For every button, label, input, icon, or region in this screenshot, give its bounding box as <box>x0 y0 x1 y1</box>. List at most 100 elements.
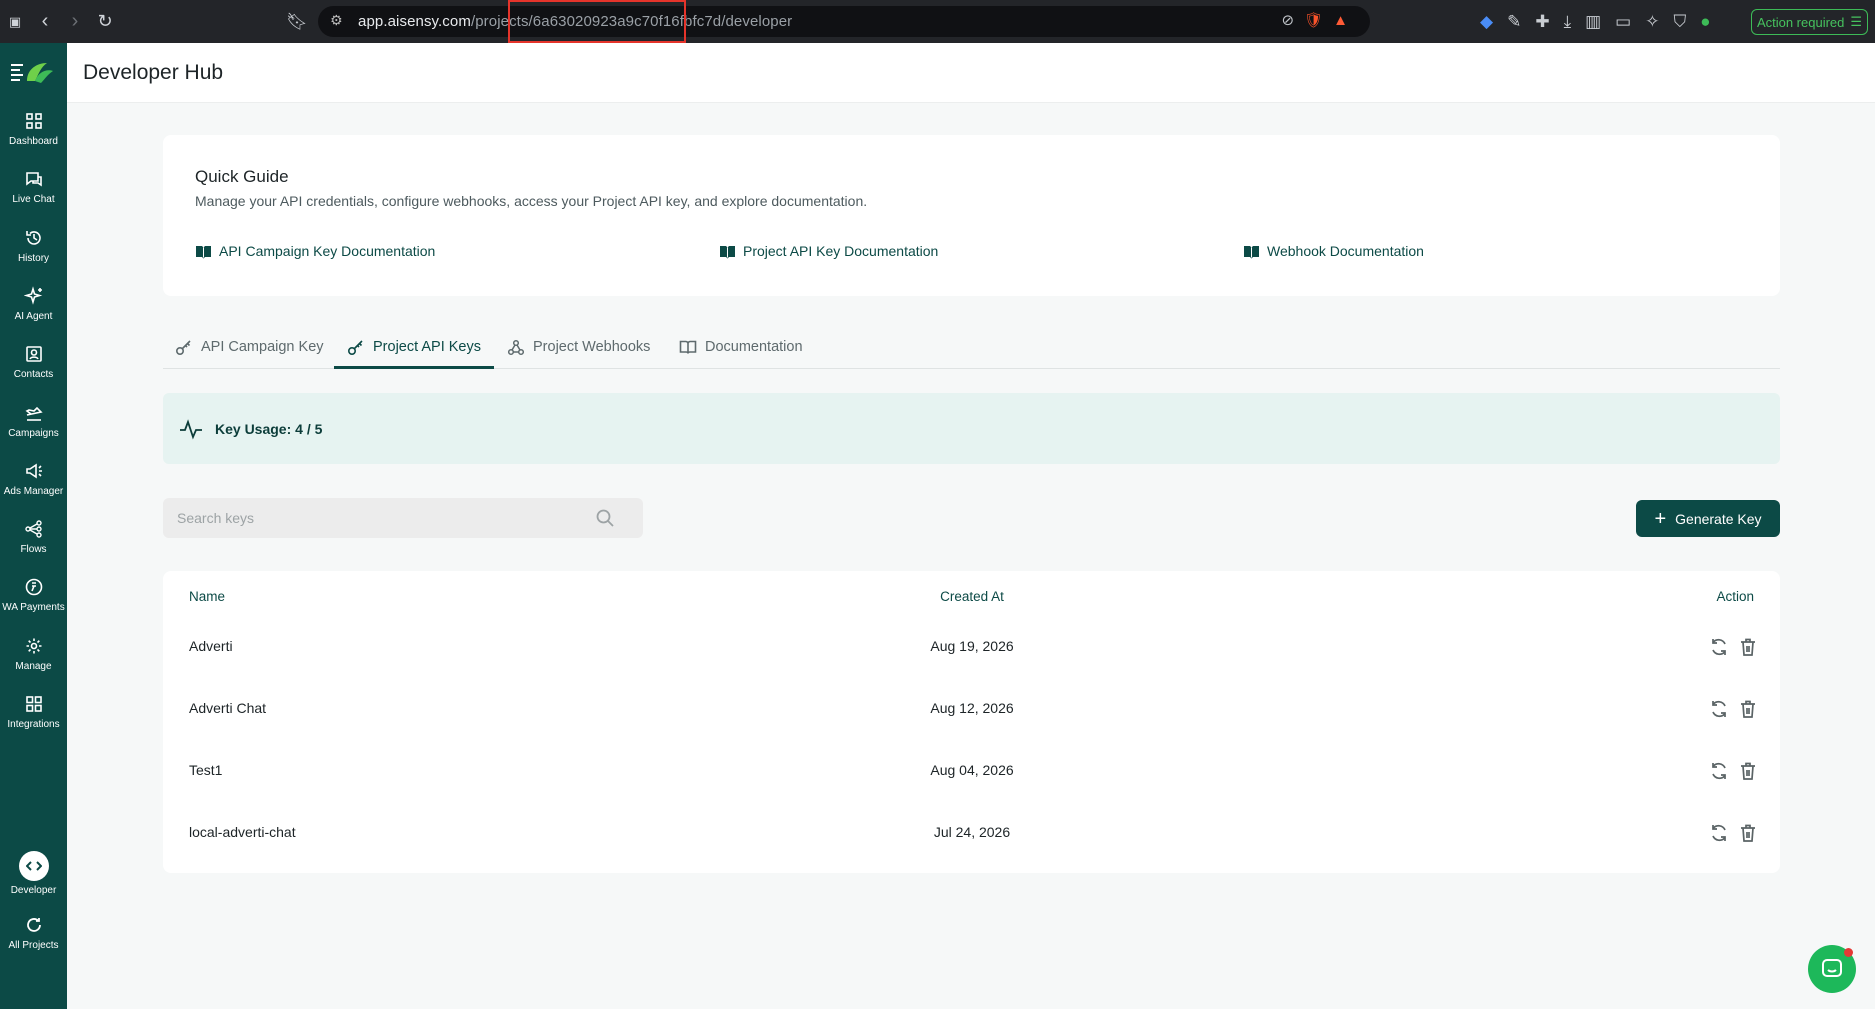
flow-icon <box>24 520 42 538</box>
trash-icon[interactable] <box>1737 698 1759 720</box>
sidebar-item-flows[interactable]: Flows <box>0 519 67 575</box>
wallet-icon[interactable]: ▭ <box>1615 12 1631 32</box>
quick-guide-title: Quick Guide <box>195 167 289 186</box>
tab-project-webhooks[interactable]: Project Webhooks <box>507 325 650 369</box>
support-chat-button[interactable] <box>1808 945 1856 993</box>
search-icon[interactable] <box>595 508 615 528</box>
sidebar-item-contacts[interactable]: Contacts <box>0 344 67 400</box>
tab-label: API Campaign Key <box>201 339 324 355</box>
api-campaign-key-doc-link[interactable]: API Campaign Key Documentation <box>195 243 435 259</box>
sidebar-item-label: History <box>17 253 50 264</box>
sidebar-item-label: Integrations <box>7 719 60 730</box>
megaphone-icon <box>25 463 42 479</box>
chat-icon <box>25 172 42 187</box>
doc-link-label: Project API Key Documentation <box>743 243 939 259</box>
sidebar-item-campaigns[interactable]: Campaigns <box>0 403 67 459</box>
quick-guide-card: Quick Guide Manage your API credentials,… <box>163 135 1780 296</box>
tab-bar: API Campaign Key Project API Keys Projec… <box>163 325 1780 369</box>
tab-documentation[interactable]: Documentation <box>679 325 803 369</box>
reload-icon[interactable]: ↻ <box>90 0 120 43</box>
book-icon <box>196 245 211 258</box>
chat-bubble-icon <box>1822 959 1842 977</box>
sidebar-item-label: Live Chat <box>12 194 55 205</box>
no-tracking-icon[interactable]: ⊘ <box>1282 11 1295 29</box>
trash-icon[interactable] <box>1737 760 1759 782</box>
url-highlight-box <box>508 0 686 43</box>
trash-icon[interactable] <box>1737 636 1759 658</box>
puzzle-icon[interactable]: ✚ <box>1535 12 1549 32</box>
action-required-button[interactable]: Action required ☰ <box>1751 9 1868 35</box>
action-required-label: Action required <box>1756 14 1845 30</box>
quick-guide-description: Manage your API credentials, configure w… <box>195 193 868 209</box>
key-name: Test1 <box>189 762 223 778</box>
sidebar-toggle-icon[interactable]: ▣ <box>0 0 30 43</box>
webhook-doc-link[interactable]: Webhook Documentation <box>1243 243 1424 259</box>
sidebar-item-all-projects[interactable]: All Projects <box>0 915 67 971</box>
profile-dot-icon[interactable]: ● <box>1700 12 1710 32</box>
regenerate-icon[interactable] <box>1708 760 1730 782</box>
sidebar-item-label: AI Agent <box>14 311 53 322</box>
book-icon <box>720 245 735 258</box>
generate-key-button[interactable]: + Generate Key <box>1636 500 1780 537</box>
download-icon[interactable]: ⤓ <box>1564 12 1572 32</box>
sidebar-item-wa-payments[interactable]: WA Payments <box>0 577 67 633</box>
tab-api-campaign-key[interactable]: API Campaign Key <box>175 325 324 369</box>
notification-dot <box>1844 948 1853 957</box>
back-icon[interactable]: ‹ <box>30 0 60 43</box>
site-info-icon[interactable]: ⚙ <box>330 12 343 29</box>
leo-icon[interactable]: ✧ <box>1645 12 1659 32</box>
project-api-key-doc-link[interactable]: Project API Key Documentation <box>719 243 938 259</box>
sidebar-item-integrations[interactable]: Integrations <box>0 694 67 750</box>
table-row: local-adverti-chat Jul 24, 2026 <box>163 803 1780 865</box>
sidebar-item-dashboard[interactable]: Dashboard <box>0 111 67 167</box>
split-view-icon[interactable]: ▥ <box>1585 12 1601 32</box>
tab-project-api-keys[interactable]: Project API Keys <box>347 325 481 369</box>
refresh-icon <box>26 918 41 932</box>
page-title: Developer Hub <box>83 61 224 84</box>
plane-icon <box>24 406 43 421</box>
bookmark-icon[interactable]: 🔖︎ <box>282 0 312 43</box>
rewards-icon[interactable]: ▲ <box>1333 12 1348 29</box>
vpn-icon[interactable]: ⛉ <box>1673 12 1686 32</box>
sidebar-item-ads-manager[interactable]: Ads Manager <box>0 461 67 517</box>
url-host: app.aisensy.com <box>358 13 471 30</box>
sidebar-item-history[interactable]: History <box>0 228 67 284</box>
brave-shield-icon[interactable]: 🛡︎ <box>1304 11 1323 29</box>
key-created-at: Jul 24, 2026 <box>933 824 1011 840</box>
table-row: Test1 Aug 04, 2026 <box>163 741 1780 803</box>
forward-icon[interactable]: › <box>60 0 90 43</box>
browser-toolbar: ▣ ‹ › ↻ 🔖︎ ⚙ app.aisensy.com/projects/6a… <box>0 0 1875 43</box>
sidebar-item-live-chat[interactable]: Live Chat <box>0 169 67 225</box>
search-input[interactable] <box>163 510 583 526</box>
sidebar-item-manage[interactable]: Manage <box>0 636 67 692</box>
active-tab-indicator <box>334 366 494 369</box>
key-usage-banner: Key Usage: 4 / 5 <box>163 393 1780 464</box>
address-bar[interactable]: ⚙ app.aisensy.com/projects/6a63020923a9c… <box>318 6 1370 37</box>
tab-label: Project API Keys <box>373 339 481 355</box>
url-icons: ⊘ 🛡︎ ▲ <box>1282 11 1348 30</box>
key-created-at: Aug 04, 2026 <box>930 762 1014 778</box>
api-keys-table: Name Created At Action Adverti Aug 19, 2… <box>163 571 1780 873</box>
column-header-name: Name <box>189 589 226 604</box>
extension-icon[interactable]: ◆ <box>1480 12 1493 32</box>
grid-icon <box>25 113 42 129</box>
sparkle-icon <box>23 286 42 305</box>
pen-icon[interactable]: ✎ <box>1507 12 1521 32</box>
trash-icon[interactable] <box>1737 822 1759 844</box>
regenerate-icon[interactable] <box>1708 822 1730 844</box>
key-name: local-adverti-chat <box>189 824 296 840</box>
sidebar-item-label: All Projects <box>8 940 59 951</box>
sidebar-item-developer[interactable]: Developer <box>0 851 67 907</box>
aisensy-logo[interactable] <box>11 57 55 87</box>
regenerate-icon[interactable] <box>1708 636 1730 658</box>
menu-icon: ☰ <box>1850 14 1863 29</box>
sidebar: Dashboard Live Chat History AI Agent Con… <box>0 43 67 1009</box>
sidebar-item-label: Developer <box>10 885 57 896</box>
regenerate-icon[interactable] <box>1708 698 1730 720</box>
payment-icon <box>25 578 42 596</box>
doc-link-label: Webhook Documentation <box>1267 243 1424 259</box>
key-name: Adverti Chat <box>189 700 267 716</box>
activity-icon <box>180 418 202 440</box>
tab-label: Documentation <box>705 339 803 355</box>
sidebar-item-ai-agent[interactable]: AI Agent <box>0 286 67 342</box>
